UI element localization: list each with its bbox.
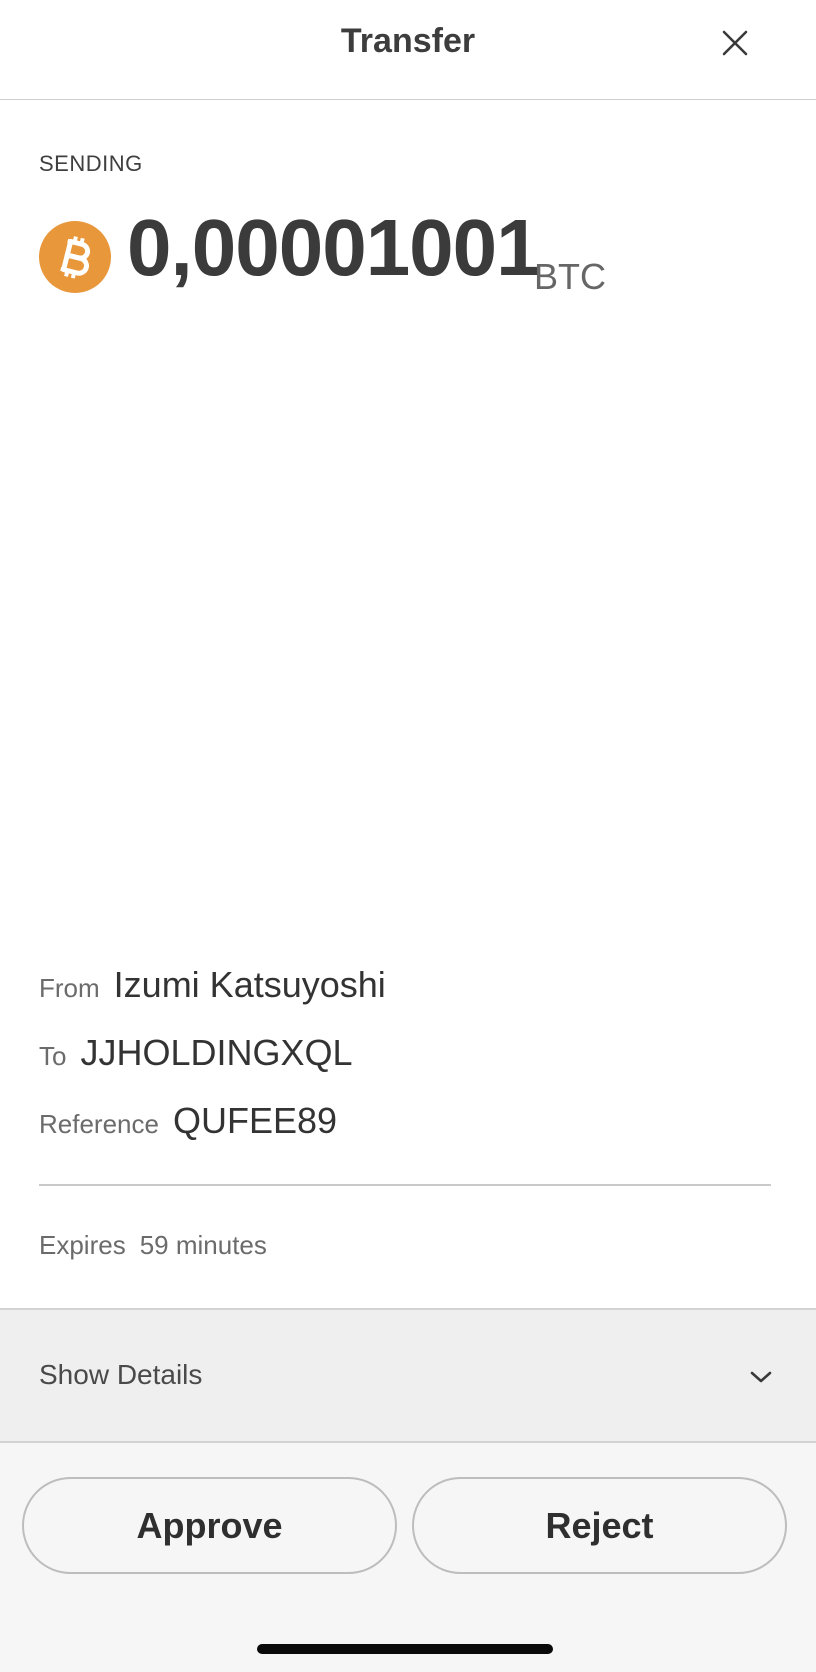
divider bbox=[39, 1184, 771, 1186]
page-title: Transfer bbox=[340, 22, 476, 60]
bitcoin-icon bbox=[39, 221, 111, 293]
sending-label: SENDING bbox=[39, 151, 143, 176]
expires-value: 59 minutes bbox=[139, 1230, 267, 1260]
reject-button[interactable]: Reject bbox=[412, 1477, 787, 1574]
to-label: To bbox=[39, 1041, 67, 1071]
approve-button[interactable]: Approve bbox=[22, 1477, 397, 1574]
reference-label: Reference bbox=[39, 1109, 159, 1139]
show-details-label: Show Details bbox=[39, 1359, 203, 1390]
header: Transfer bbox=[0, 0, 816, 100]
to-row: To JJHOLDINGXQL bbox=[39, 1032, 353, 1074]
transfer-screen: Transfer SENDING 0,00001001 BTC From Izu… bbox=[0, 0, 816, 1672]
close-button[interactable] bbox=[712, 20, 758, 66]
from-row: From Izumi Katsuyoshi bbox=[39, 964, 386, 1006]
from-label: From bbox=[39, 973, 100, 1003]
close-icon bbox=[722, 30, 748, 56]
currency-code: BTC bbox=[534, 256, 606, 297]
chevron-down-icon bbox=[748, 1368, 774, 1386]
action-footer: Approve Reject bbox=[0, 1443, 816, 1672]
show-details-toggle[interactable]: Show Details bbox=[0, 1308, 816, 1443]
transfer-amount: 0,00001001 bbox=[127, 203, 541, 292]
from-value: Izumi Katsuyoshi bbox=[113, 964, 386, 1005]
home-indicator bbox=[257, 1644, 553, 1654]
to-value: JJHOLDINGXQL bbox=[80, 1032, 353, 1073]
reference-row: Reference QUFEE89 bbox=[39, 1100, 337, 1142]
expires-label: Expires bbox=[39, 1230, 126, 1260]
reference-value: QUFEE89 bbox=[172, 1100, 338, 1141]
expires-row: Expires 59 minutes bbox=[39, 1230, 267, 1261]
